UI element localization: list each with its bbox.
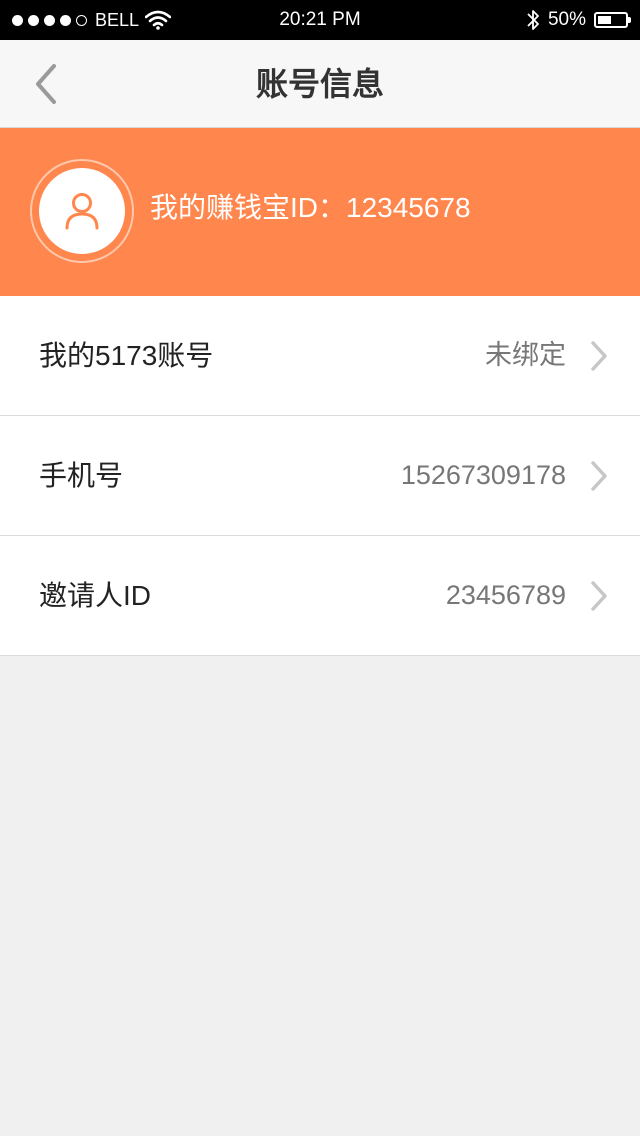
profile-banner: 我的赚钱宝ID：12345678 (0, 128, 640, 296)
row-value: 未绑定 (485, 340, 566, 370)
row-label: 我的5173账号 (39, 340, 214, 371)
row-label: 邀请人ID (39, 580, 152, 611)
account-info-list: 我的5173账号 未绑定 手机号 15267309178 邀请人ID 23456… (0, 296, 640, 656)
row-label: 手机号 (39, 460, 124, 491)
battery-nub (628, 17, 631, 23)
user-icon (65, 193, 99, 230)
profile-id-text: 我的赚钱宝ID：12345678 (150, 192, 471, 223)
chevron-right-icon (591, 341, 607, 371)
list-item-inviter-id[interactable]: 邀请人ID 23456789 (0, 536, 640, 656)
avatar[interactable] (39, 168, 125, 254)
avatar-ring (30, 159, 134, 263)
status-bar: BELL 20:21 PM 50% (0, 0, 640, 40)
list-item-5173-account[interactable]: 我的5173账号 未绑定 (0, 296, 640, 416)
row-value: 15267309178 (400, 460, 566, 490)
battery-fill (598, 16, 611, 24)
chevron-right-icon (591, 581, 607, 611)
bluetooth-icon (527, 10, 539, 30)
back-button[interactable] (24, 58, 68, 110)
battery-group: 50% (526, 0, 631, 40)
page-title: 账号信息 (255, 66, 384, 102)
chevron-right-icon (591, 461, 607, 491)
chevron-left-icon (36, 64, 56, 104)
battery-icon (594, 12, 631, 28)
list-item-phone[interactable]: 手机号 15267309178 (0, 416, 640, 536)
row-value: 23456789 (445, 580, 566, 610)
navigation-bar: 账号信息 (0, 40, 640, 128)
battery-percentage: 50% (547, 9, 586, 30)
